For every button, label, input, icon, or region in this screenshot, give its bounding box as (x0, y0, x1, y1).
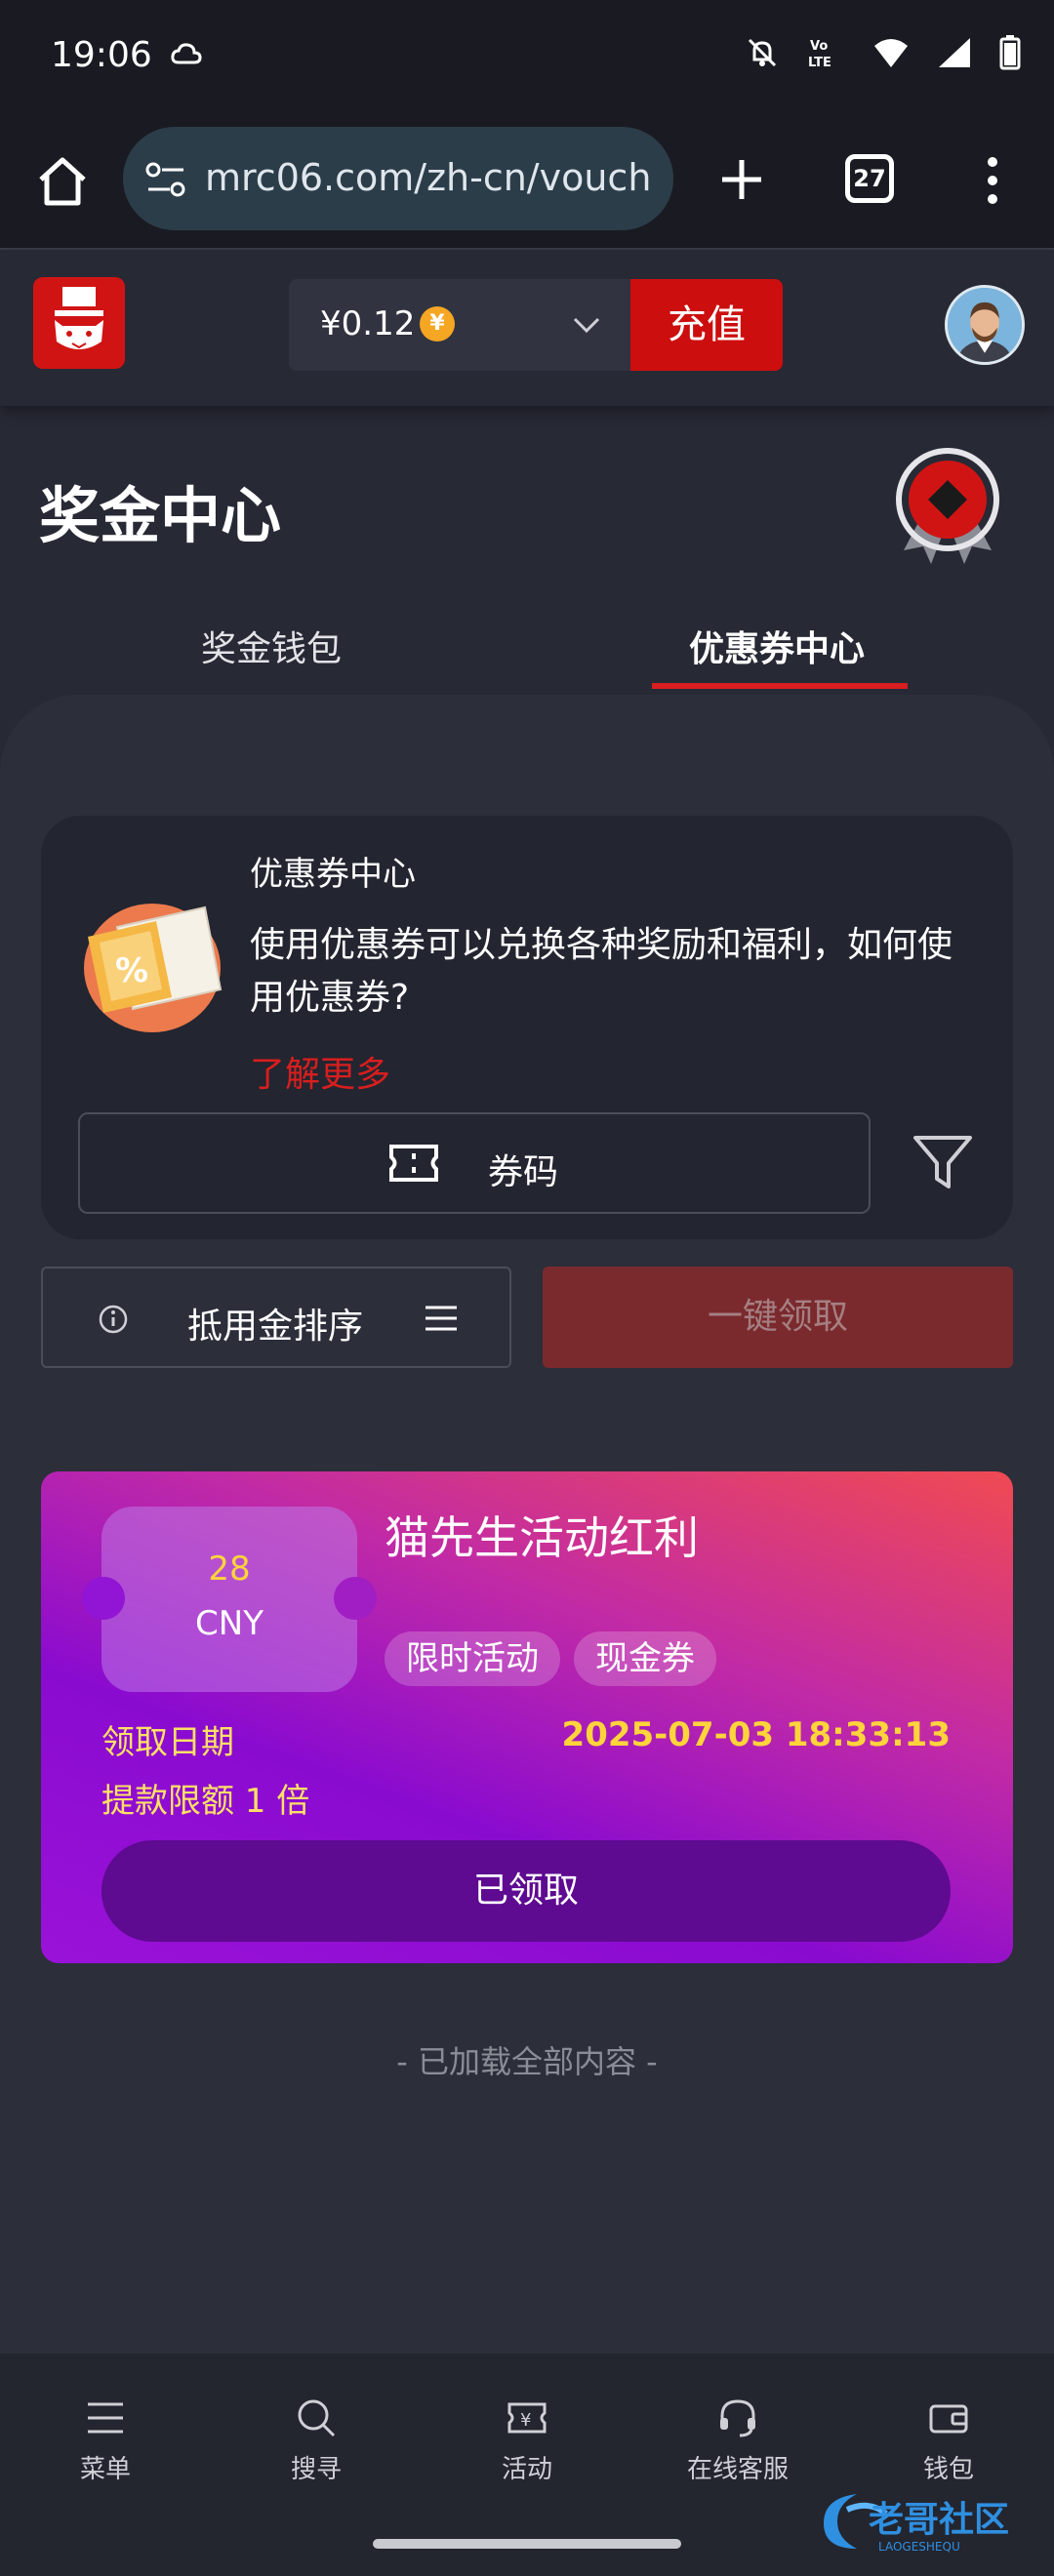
page-title: 奖金中心 (39, 480, 282, 551)
tab-coupon-center[interactable]: 优惠券中心 (689, 621, 865, 671)
battery-icon (999, 35, 1021, 70)
reward-amount-ticket: 28 CNY (82, 1507, 377, 1692)
address-bar[interactable]: mrc06.com/zh-cn/vouch (123, 127, 673, 230)
tab-switcher-button[interactable]: 27 (845, 154, 894, 203)
reward-currency: CNY (195, 1604, 264, 1643)
more-vert-icon[interactable] (976, 154, 1009, 207)
recharge-button[interactable]: 充值 (630, 279, 783, 371)
balance-selector[interactable]: ¥0.12 ¥ (289, 279, 630, 371)
withdrawal-limit: 提款限额 1 倍 (101, 1782, 310, 1821)
signal-icon (939, 38, 970, 67)
balance-amount: ¥0.12 (320, 304, 416, 343)
home-icon[interactable] (35, 154, 90, 209)
svg-text:Vo: Vo (810, 39, 828, 54)
avatar[interactable] (945, 285, 1025, 365)
claim-date-label: 领取日期 (101, 1723, 234, 1762)
browser-toolbar: mrc06.com/zh-cn/vouch 27 (0, 115, 1054, 250)
menu-icon (88, 2402, 123, 2434)
site-settings-icon[interactable] (144, 162, 187, 197)
status-icons: Vo LTE (746, 35, 1021, 70)
nav-label: 钱包 (922, 2455, 974, 2484)
nav-item-menu[interactable]: 菜单 (18, 2396, 193, 2485)
ticket-icon: ¥ (507, 2402, 547, 2434)
nav-label: 活动 (501, 2455, 552, 2484)
coupon-illustration-icon: % (84, 904, 223, 1032)
chevron-down-icon[interactable] (572, 314, 601, 336)
svg-text:¥: ¥ (520, 2410, 531, 2431)
svg-text:LAOGESHEQU: LAOGESHEQU (878, 2540, 960, 2554)
claimed-button[interactable]: 已领取 (101, 1840, 951, 1942)
reward-tag: 限时活动 (385, 1631, 560, 1686)
active-tab-indicator (652, 683, 908, 689)
svg-text:LTE: LTE (808, 56, 831, 69)
learn-more-link[interactable]: 了解更多 (250, 1046, 390, 1097)
svg-text:%: % (115, 951, 148, 990)
reward-card: 28 CNY 猫先生活动红利 限时活动 现金券 领取日期 2025-07-03 … (41, 1471, 1013, 1963)
info-card-title: 优惠券中心 (250, 855, 416, 894)
ticket-icon (389, 1145, 438, 1182)
claim-date-value: 2025-07-03 18:33:13 (561, 1715, 951, 1754)
nav-item-search[interactable]: 搜寻 (228, 2396, 404, 2485)
search-icon (298, 2399, 336, 2437)
status-time: 19:06 (51, 35, 152, 75)
nav-item-wallet[interactable]: 钱包 (861, 2396, 1036, 2485)
wallet-icon (929, 2404, 968, 2434)
app-header: ¥0.12 ¥ 充值 (0, 250, 1054, 406)
info-icon[interactable] (98, 1304, 129, 1335)
nav-label: 菜单 (79, 2455, 131, 2484)
wifi-icon (874, 39, 908, 67)
nav-label: 在线客服 (686, 2455, 789, 2484)
bell-off-icon (748, 38, 777, 67)
svg-text:老哥社区: 老哥社区 (869, 2500, 1009, 2540)
coupon-code-button[interactable]: 券码 (78, 1112, 871, 1214)
filter-icon[interactable] (912, 1134, 974, 1192)
reward-tag: 现金券 (574, 1631, 716, 1686)
cat-logo-icon[interactable] (33, 277, 125, 369)
sort-by-voucher-button[interactable]: 抵用金排序 (41, 1267, 511, 1368)
medal-icon (896, 448, 999, 564)
nav-item-activities[interactable]: ¥ 活动 (439, 2396, 615, 2485)
tab-bonus-wallet[interactable]: 奖金钱包 (201, 621, 342, 671)
volte-icon: Vo LTE (808, 39, 831, 69)
info-card-description: 使用优惠券可以兑换各种奖励和福利，如何使用优惠券? (250, 925, 953, 1018)
plus-icon[interactable] (718, 156, 765, 203)
nav-label: 搜寻 (290, 2455, 342, 2484)
list-icon (426, 1306, 457, 1331)
coupon-code-label: 券码 (488, 1152, 559, 1192)
url-text[interactable]: mrc06.com/zh-cn/vouch (205, 156, 654, 199)
reward-amount: 28 (208, 1550, 251, 1589)
status-bar: 19:06 Vo LTE (0, 0, 1054, 115)
nav-item-support[interactable]: 在线客服 (650, 2396, 826, 2485)
all-loaded-text: - 已加载全部内容 - (396, 2043, 658, 2080)
headset-icon (720, 2399, 755, 2437)
watermark-logo: 老哥社区 LAOGESHEQU (824, 2494, 1009, 2554)
reward-title: 猫先生活动红利 (385, 1511, 699, 1564)
home-indicator[interactable] (373, 2539, 681, 2549)
cloud-icon (171, 43, 202, 64)
sort-label: 抵用金排序 (187, 1307, 364, 1347)
coin-icon: ¥ (420, 306, 455, 342)
claim-all-button[interactable]: 一键领取 (543, 1267, 1013, 1368)
